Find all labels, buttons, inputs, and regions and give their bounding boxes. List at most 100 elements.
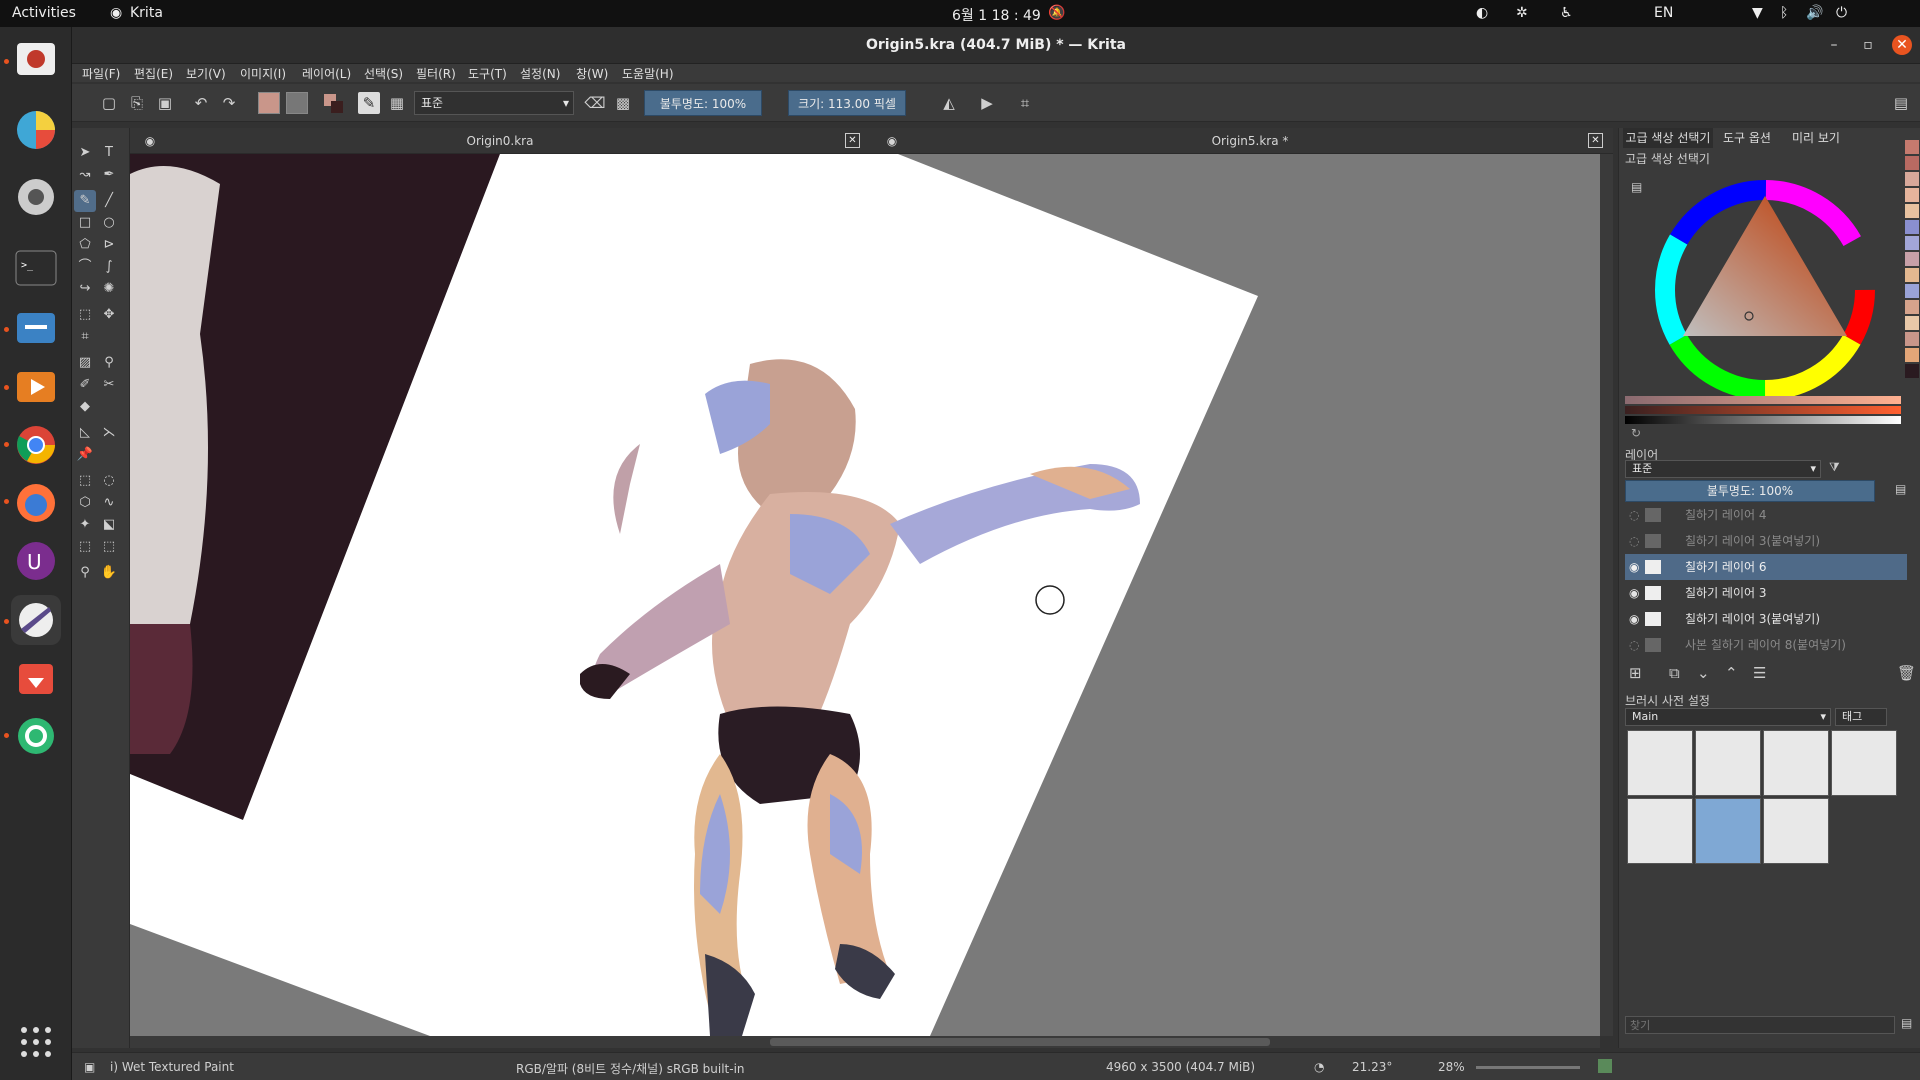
redo-icon[interactable]: ↷ bbox=[218, 92, 240, 114]
layer-row[interactable]: ◉ 칠하기 레이어 3(붙여넣기) bbox=[1625, 606, 1907, 632]
menu-tools[interactable]: 도구(T) bbox=[468, 65, 507, 82]
rotation-value[interactable]: 21.23° bbox=[1352, 1060, 1392, 1074]
blender-preset[interactable] bbox=[1763, 798, 1829, 864]
freehand-selection-tool-icon[interactable]: ∿ bbox=[98, 492, 120, 514]
tab-tool-options[interactable]: 도구 옵션 bbox=[1717, 128, 1777, 148]
move-tool-icon[interactable]: ✥ bbox=[98, 304, 120, 326]
recent-color-swatch[interactable] bbox=[1905, 204, 1919, 218]
multibrush-tool-icon[interactable]: ✺ bbox=[98, 278, 120, 300]
bezier-tool-icon[interactable]: ⌒ bbox=[74, 256, 96, 278]
workspace-grid-icon[interactable]: ▦ bbox=[386, 92, 408, 114]
brush-size-slider[interactable]: 크기: 113.00 픽셀 bbox=[788, 90, 906, 116]
recent-color-swatch[interactable] bbox=[1905, 316, 1919, 330]
reset-shade-icon[interactable]: ↻ bbox=[1631, 426, 1641, 440]
calligraphy-tool-icon[interactable]: ✒ bbox=[98, 164, 120, 186]
color-picker-tool-icon[interactable]: ⚲ bbox=[98, 352, 120, 374]
select-shape-tool-icon[interactable]: ➤ bbox=[74, 142, 96, 164]
wrap-around-icon[interactable]: ⌗ bbox=[1014, 92, 1036, 114]
open-document-icon[interactable]: ⎘ bbox=[126, 92, 148, 114]
recent-color-swatch[interactable] bbox=[1905, 140, 1919, 154]
files-dock-icon[interactable] bbox=[11, 303, 61, 353]
layer-opacity-slider[interactable]: 불투명도: 100% bbox=[1625, 480, 1875, 502]
fill-tool-icon[interactable]: ◆ bbox=[74, 396, 96, 418]
mirror-horizontal-icon[interactable]: ◭ bbox=[938, 92, 960, 114]
tab-overview[interactable]: 미리 보기 bbox=[1781, 128, 1851, 148]
zoom-slider[interactable] bbox=[1476, 1066, 1580, 1069]
maximize-button[interactable]: ▫ bbox=[1858, 35, 1878, 55]
notifications-muted-icon[interactable]: 🔕 bbox=[1048, 5, 1065, 21]
magnetic-selection-tool-icon[interactable]: ⬚ bbox=[98, 536, 120, 558]
fit-to-view-icon[interactable] bbox=[1598, 1059, 1612, 1073]
layer-properties-icon[interactable]: ▤ bbox=[1895, 482, 1906, 496]
layer-row[interactable]: ◉ 칠하기 레이어 3 bbox=[1625, 580, 1907, 606]
save-icon[interactable]: ▣ bbox=[154, 92, 176, 114]
layer-row[interactable]: ◌ 칠하기 레이어 4 bbox=[1625, 502, 1907, 528]
measure-tool-icon[interactable]: ◺ bbox=[74, 422, 96, 444]
firefox-dock-icon[interactable] bbox=[11, 478, 61, 528]
gradient-swatch[interactable] bbox=[258, 92, 280, 114]
freehand-path-tool-icon[interactable]: ∫ bbox=[98, 256, 120, 278]
tray-color-icon[interactable]: ✲ bbox=[1516, 5, 1528, 21]
polygon-tool-icon[interactable]: ⬠ bbox=[74, 234, 96, 256]
similar-selection-tool-icon[interactable]: ⬕ bbox=[98, 514, 120, 536]
pan-tool-icon[interactable]: ✋ bbox=[98, 562, 120, 584]
layer-filter-icon[interactable]: ⧩ bbox=[1829, 460, 1840, 475]
bluetooth-icon[interactable]: ᛒ bbox=[1780, 5, 1788, 21]
visibility-off-icon[interactable]: ◌ bbox=[1629, 528, 1639, 554]
brush-preset-icon[interactable]: ✎ bbox=[358, 92, 380, 114]
recent-color-swatch[interactable] bbox=[1905, 268, 1919, 282]
close-window-button[interactable]: ✕ bbox=[1892, 35, 1912, 55]
ink-pen-preset[interactable] bbox=[1695, 730, 1761, 796]
visibility-off-icon[interactable]: ◌ bbox=[1629, 632, 1639, 658]
add-layer-icon[interactable]: ⊞ bbox=[1629, 664, 1642, 682]
accessibility-icon[interactable]: ♿ bbox=[1560, 5, 1573, 21]
recent-color-swatch[interactable] bbox=[1905, 348, 1919, 362]
recent-color-swatch[interactable] bbox=[1905, 332, 1919, 346]
tab-origin0[interactable]: Origin0.kra bbox=[370, 128, 630, 154]
pattern-swatch[interactable] bbox=[286, 92, 308, 114]
blend-mode-select[interactable]: 표준 ▾ bbox=[414, 91, 574, 115]
shade-slider-2[interactable] bbox=[1625, 406, 1901, 414]
recent-color-swatch[interactable] bbox=[1905, 300, 1919, 314]
image-size-info[interactable]: 4960 x 3500 (404.7 MiB) bbox=[1106, 1060, 1255, 1074]
image-viewer-dock-icon[interactable] bbox=[11, 35, 61, 85]
rectangle-tool-icon[interactable]: □ bbox=[74, 212, 96, 234]
recent-color-swatch[interactable] bbox=[1905, 188, 1919, 202]
krita-dock-icon[interactable] bbox=[11, 595, 61, 645]
eraser-preset[interactable] bbox=[1627, 730, 1693, 796]
layer-row[interactable]: ◌ 사본 칠하기 레이어 8(붙여넣기) bbox=[1625, 632, 1907, 658]
recent-color-swatch[interactable] bbox=[1905, 364, 1919, 378]
mirror-vertical-icon[interactable]: ▶ bbox=[976, 92, 998, 114]
menu-image[interactable]: 이미지(I) bbox=[240, 65, 286, 82]
duplicate-layer-icon[interactable]: ⧉ bbox=[1669, 664, 1680, 682]
chrome-dock-icon[interactable] bbox=[11, 420, 61, 470]
recent-color-swatch[interactable] bbox=[1905, 236, 1919, 250]
canvas-vertical-scrollbar[interactable] bbox=[1600, 154, 1613, 1036]
recent-color-swatch[interactable] bbox=[1905, 252, 1919, 266]
menu-filter[interactable]: 필터(R) bbox=[416, 65, 456, 82]
menu-settings[interactable]: 설정(N) bbox=[520, 65, 560, 82]
contiguous-selection-tool-icon[interactable]: ✦ bbox=[74, 514, 96, 536]
painting-canvas[interactable] bbox=[130, 154, 1600, 1036]
opacity-slider[interactable]: 불투명도: 100% bbox=[644, 90, 762, 116]
preset-settings-icon[interactable]: ▤ bbox=[1901, 1016, 1912, 1030]
menu-edit[interactable]: 편집(E) bbox=[134, 65, 173, 82]
software-install-dock-icon[interactable] bbox=[11, 654, 61, 704]
pencil-preset[interactable] bbox=[1763, 730, 1829, 796]
update-dock-icon[interactable] bbox=[11, 711, 61, 761]
media-player-dock-icon[interactable] bbox=[11, 362, 61, 412]
scrollbar-thumb[interactable] bbox=[770, 1038, 1270, 1046]
polyline-tool-icon[interactable]: ⊳ bbox=[98, 234, 120, 256]
recent-color-swatch[interactable] bbox=[1905, 284, 1919, 298]
power-icon[interactable]: ⏻ bbox=[1836, 5, 1847, 21]
visibility-on-icon[interactable]: ◉ bbox=[1629, 580, 1639, 606]
layer-row-selected[interactable]: ◉ 칠하기 레이어 6 bbox=[1625, 554, 1907, 580]
wet-textured-paint-preset[interactable] bbox=[1695, 798, 1761, 864]
visibility-on-icon[interactable]: ◉ bbox=[1629, 606, 1639, 632]
perspective-tool-icon[interactable]: ⋋ bbox=[98, 422, 120, 444]
color-app-dock-icon[interactable] bbox=[11, 105, 61, 155]
close-tab-origin0-icon[interactable]: ✕ bbox=[845, 133, 860, 148]
keyboard-language[interactable]: EN bbox=[1654, 5, 1673, 21]
recent-color-swatch[interactable] bbox=[1905, 172, 1919, 186]
recent-color-swatch[interactable] bbox=[1905, 156, 1919, 170]
